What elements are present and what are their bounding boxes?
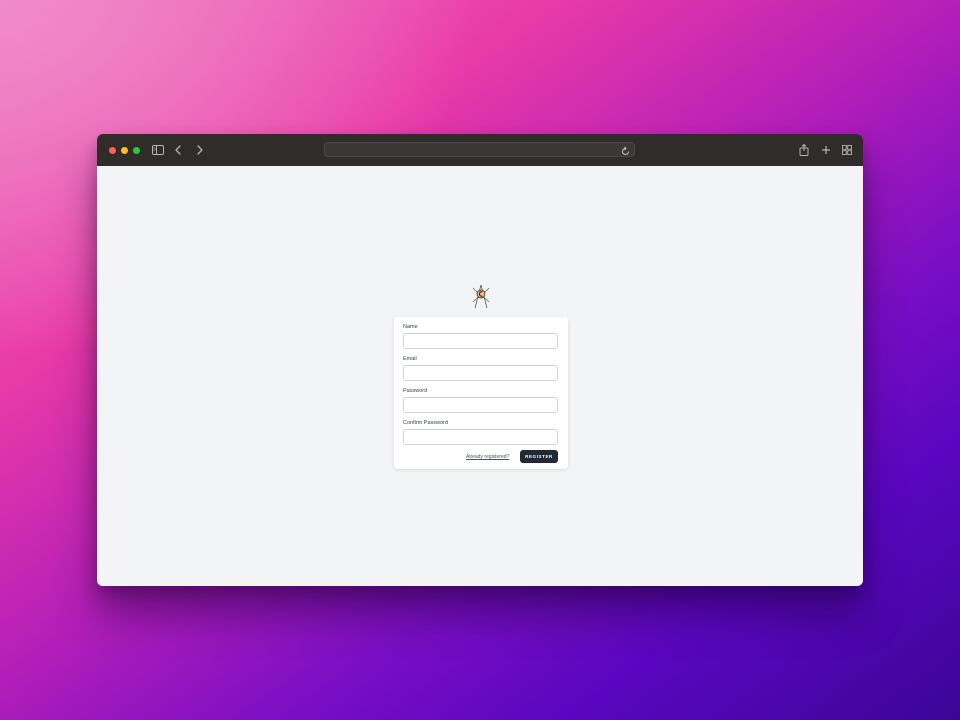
name-label: Name xyxy=(403,324,418,330)
page-content: Name Email Password Confirm Password Alr… xyxy=(97,166,863,586)
chevron-left-icon[interactable] xyxy=(170,142,186,158)
already-registered-link[interactable]: Already registered? xyxy=(466,454,509,460)
address-bar[interactable] xyxy=(324,142,635,157)
chevron-right-icon[interactable] xyxy=(192,142,208,158)
name-input[interactable] xyxy=(403,333,558,349)
share-icon[interactable] xyxy=(796,142,812,158)
plus-icon[interactable] xyxy=(818,142,834,158)
register-form: Name Email Password Confirm Password Alr… xyxy=(394,317,568,469)
zoom-window-button[interactable] xyxy=(133,147,140,154)
email-label: Email xyxy=(403,356,417,362)
reload-icon[interactable] xyxy=(620,144,631,155)
minimize-window-button[interactable] xyxy=(121,147,128,154)
confirm-password-input[interactable] xyxy=(403,429,558,445)
app-logo-icon[interactable] xyxy=(471,282,491,309)
password-input[interactable] xyxy=(403,397,558,413)
password-label: Password xyxy=(403,388,428,394)
browser-toolbar xyxy=(97,134,863,166)
grid-icon[interactable] xyxy=(839,142,855,158)
register-button[interactable]: Register xyxy=(520,450,558,463)
close-window-button[interactable] xyxy=(109,147,116,154)
email-input[interactable] xyxy=(403,365,558,381)
sidebar-icon[interactable] xyxy=(150,142,166,158)
confirm-password-label: Confirm Password xyxy=(403,420,448,426)
browser-window: Name Email Password Confirm Password Alr… xyxy=(97,134,863,586)
